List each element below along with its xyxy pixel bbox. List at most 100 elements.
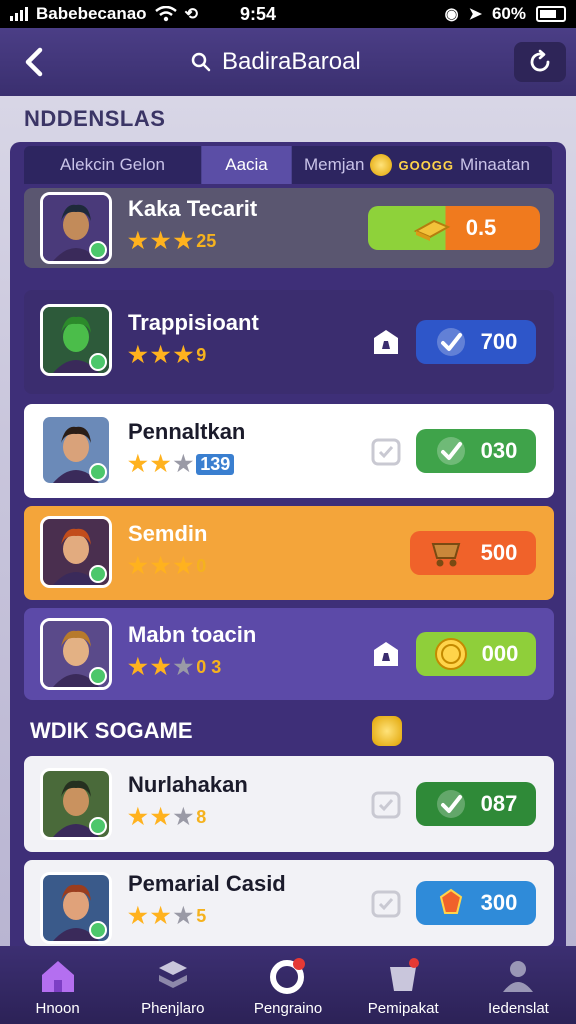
rating-value: 139 bbox=[196, 453, 235, 475]
reward-button[interactable]: 087 bbox=[416, 782, 536, 826]
star-icon: ★ bbox=[173, 342, 194, 367]
reward-button[interactable]: 000 bbox=[416, 632, 536, 676]
search-box[interactable]: BadiraBaroal bbox=[190, 44, 490, 80]
search-icon bbox=[191, 52, 211, 72]
badge-icon bbox=[370, 435, 402, 467]
coin-icon bbox=[434, 637, 468, 671]
nav-item-user[interactable]: Iedenslat bbox=[461, 946, 576, 1024]
list-item[interactable]: Mabn toacin ★ ★ ★ 0 3 000 bbox=[24, 608, 554, 700]
signal-icon bbox=[10, 7, 28, 21]
star-icon: ★ bbox=[128, 342, 148, 367]
section-title: NDDENSLAS bbox=[24, 106, 166, 131]
star-icon: ★ bbox=[173, 903, 194, 928]
tab-label: Alekcin Gelon bbox=[60, 155, 165, 174]
gold-bars-icon bbox=[412, 213, 452, 243]
rating-value: 5 bbox=[196, 905, 207, 926]
game-title: Nurlahakan bbox=[128, 772, 248, 797]
list-item[interactable]: Pennaltkan ★ ★ ★ 139 030 bbox=[24, 404, 554, 498]
back-button[interactable] bbox=[14, 42, 54, 82]
reward-value: 300 bbox=[480, 890, 518, 915]
star-icon: ★ bbox=[150, 654, 171, 679]
reward-value: 700 bbox=[480, 329, 518, 354]
tab-alekcin-gelon[interactable]: Alekcin Gelon bbox=[24, 146, 202, 184]
game-avatar bbox=[40, 872, 112, 944]
badge-icon bbox=[370, 887, 402, 919]
list-item[interactable]: Nurlahakan ★ ★ ★ 8 087 bbox=[24, 756, 554, 852]
star-icon: ★ bbox=[150, 451, 171, 476]
coin-icon bbox=[372, 716, 402, 746]
checkmark-icon bbox=[435, 435, 467, 467]
tab-label: Memjan bbox=[304, 155, 365, 174]
reward-button[interactable]: 500 bbox=[410, 531, 536, 575]
star-icon: ★ bbox=[128, 228, 148, 253]
reward-button[interactable]: 030 bbox=[416, 429, 536, 473]
game-title: Kaka Tecarit bbox=[128, 196, 258, 221]
chevron-left-icon bbox=[25, 47, 43, 77]
game-avatar bbox=[40, 618, 112, 690]
list-item[interactable]: Kaka Tecarit ★ ★ ★ 25 0.5 bbox=[24, 188, 554, 268]
tab-extra-label: Minaatan bbox=[460, 155, 530, 174]
checkmark-icon bbox=[435, 788, 467, 820]
rating-value: 9 bbox=[196, 344, 207, 365]
star-rating: ★ ★ ★ 9 bbox=[128, 344, 206, 366]
game-title: Mabn toacin bbox=[128, 622, 257, 647]
star-icon: ★ bbox=[128, 553, 148, 578]
game-title: Semdin bbox=[128, 521, 208, 546]
star-icon: ★ bbox=[150, 228, 171, 253]
alarm-icon: ◉ bbox=[444, 6, 459, 23]
carrier-name: Babebecanao bbox=[36, 4, 147, 23]
gem-icon bbox=[435, 887, 467, 919]
user-icon bbox=[498, 956, 538, 996]
bucket-icon bbox=[383, 956, 423, 996]
list-item[interactable]: Trappisioant ★ ★ ★ 9 700 bbox=[24, 290, 554, 394]
star-rating: ★ ★ ★ 8 bbox=[128, 806, 206, 828]
app-header: BadiraBaroal bbox=[0, 28, 576, 96]
status-time: 9:54 bbox=[240, 3, 277, 24]
battery-text: 60% bbox=[491, 4, 526, 23]
location-icon: ➤ bbox=[468, 6, 482, 23]
wifi-icon bbox=[154, 6, 177, 22]
star-icon: ★ bbox=[150, 903, 171, 928]
list-item[interactable]: Semdin ★ ★ ★ 0 500 bbox=[24, 506, 554, 600]
tab-label: Aacia bbox=[225, 155, 268, 174]
game-avatar bbox=[40, 192, 112, 264]
refresh-button[interactable] bbox=[514, 42, 566, 82]
status-bar: Babebecanao ⟲ 9:54 ◉ ➤ 60% bbox=[0, 0, 576, 28]
rating-value: 0 3 bbox=[196, 656, 222, 677]
coin-icon bbox=[370, 154, 393, 176]
nav-item-bucket[interactable]: Pemipakat bbox=[346, 946, 461, 1024]
nav-label: Iedenslat bbox=[487, 1000, 549, 1017]
reward-button[interactable]: 0.5 bbox=[368, 206, 540, 250]
stack-icon bbox=[153, 956, 193, 996]
star-icon: ★ bbox=[128, 903, 148, 928]
reward-button[interactable]: 700 bbox=[416, 320, 536, 364]
content-panel: NDDENSLAS Alekcin Gelon Aacia Memjan GOO… bbox=[0, 96, 576, 946]
badge-icon bbox=[370, 788, 402, 820]
star-icon: ★ bbox=[173, 228, 194, 253]
star-icon: ★ bbox=[150, 342, 171, 367]
game-avatar bbox=[40, 414, 112, 486]
tab-badge: GOOGG bbox=[398, 157, 455, 173]
chess-piece-icon bbox=[370, 326, 402, 358]
tab-aacia[interactable]: Aacia bbox=[202, 146, 292, 184]
star-rating: ★ ★ ★ 5 bbox=[128, 905, 206, 927]
rating-value: 0 bbox=[196, 555, 207, 576]
reward-value: 030 bbox=[480, 438, 518, 463]
nav-item-ring[interactable]: Pengraino bbox=[230, 946, 345, 1024]
rating-value: 25 bbox=[196, 230, 217, 251]
refresh-icon bbox=[530, 49, 550, 72]
game-avatar bbox=[40, 768, 112, 840]
reward-button[interactable]: 300 bbox=[416, 881, 536, 925]
star-icon: ★ bbox=[128, 804, 148, 829]
nav-label: Phenjlaro bbox=[141, 1000, 205, 1017]
tab-memjan[interactable]: Memjan GOOGG Minaatan bbox=[292, 146, 552, 184]
reward-value: 087 bbox=[480, 791, 518, 816]
star-rating: ★ ★ ★ 139 bbox=[128, 451, 235, 476]
nav-item-home[interactable]: Hnoon bbox=[0, 946, 115, 1024]
reward-value: 500 bbox=[480, 540, 518, 565]
rating-value: 8 bbox=[196, 806, 207, 827]
star-icon: ★ bbox=[173, 804, 194, 829]
checkmark-icon bbox=[435, 326, 467, 358]
nav-item-stack[interactable]: Phenjlaro bbox=[115, 946, 230, 1024]
list-item[interactable]: Pemarial Casid ★ ★ ★ 5 300 bbox=[24, 860, 554, 946]
